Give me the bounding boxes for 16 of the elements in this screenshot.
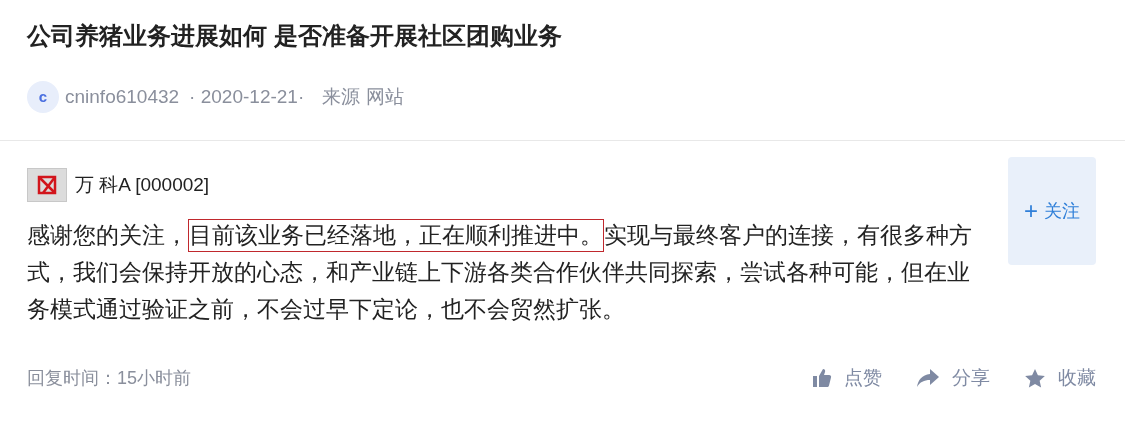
company-name[interactable]: 万 科A [000002] bbox=[75, 170, 210, 200]
share-button[interactable]: 分享 bbox=[916, 364, 990, 393]
thumbs-up-icon bbox=[812, 368, 832, 389]
like-button[interactable]: 点赞 bbox=[812, 364, 882, 393]
follow-button[interactable]: + 关注 bbox=[1008, 157, 1096, 265]
avatar: c bbox=[27, 81, 59, 113]
favorite-button[interactable]: 收藏 bbox=[1024, 364, 1096, 393]
star-icon bbox=[1024, 367, 1046, 389]
company-logo-icon bbox=[27, 168, 67, 202]
author-name[interactable]: cninfo610432 bbox=[65, 82, 180, 112]
reply-time: 回复时间：15小时前 bbox=[27, 366, 193, 390]
source-label: 来源 网站 bbox=[322, 84, 404, 109]
answer-text: 感谢您的关注，目前该业务已经落地，正在顺利推进中。实现与最终客户的连接，有很多种方式，我们会保持开放的心态，和产业链上下游各类合作伙伴共同探索，尝试各种可能，但在业务模式通过验证之前，不会过早下定论，也不会贸然扩张。 bbox=[27, 217, 982, 328]
share-arrow-icon bbox=[916, 368, 940, 389]
post-date: · 2020-12-21· bbox=[189, 84, 305, 109]
article-title: 公司养猪业务进展如何 是否准备开展社区团购业务 bbox=[27, 21, 563, 51]
